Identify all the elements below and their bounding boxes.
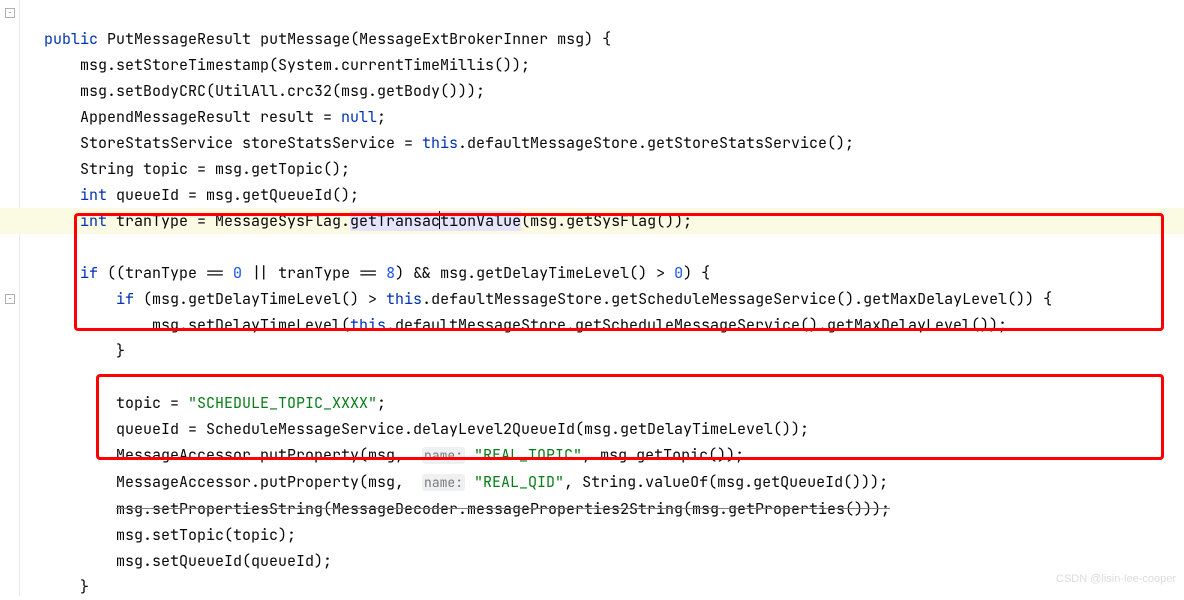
code-line: msg.setTopic(topic);: [44, 525, 296, 545]
code-line: topic = "SCHEDULE_TOPIC_XXXX";: [44, 393, 386, 413]
fold-marker-icon[interactable]: −: [5, 8, 15, 18]
code-line: queueId = ScheduleMessageService.delayLe…: [44, 419, 809, 439]
code-line: MessageAccessor.putProperty(msg, name: "…: [44, 472, 888, 492]
param-hint: name:: [422, 447, 465, 464]
code-line: StoreStatsService storeStatsService = th…: [44, 133, 854, 153]
code-line: }: [44, 341, 125, 361]
gutter: − − −: [0, 0, 20, 596]
code-line: msg.setBodyCRC(UtilAll.crc32(msg.getBody…: [44, 81, 485, 101]
fold-marker-icon[interactable]: −: [5, 294, 15, 304]
code-line: msg.setPropertiesString(MessageDecoder.m…: [44, 499, 890, 519]
code-line: if ((tranType == 0 || tranType == 8) && …: [44, 263, 710, 283]
code-editor[interactable]: public PutMessageResult putMessage(Messa…: [20, 0, 1184, 600]
code-line: msg.setStoreTimestamp(System.currentTime…: [44, 55, 530, 75]
code-line: public PutMessageResult putMessage(Messa…: [44, 29, 611, 49]
code-line: }: [44, 577, 89, 597]
text-selection: getTransac: [350, 211, 440, 231]
code-line: msg.setQueueId(queueId);: [44, 551, 332, 571]
code-line: int queueId = msg.getQueueId();: [44, 185, 359, 205]
code-line: String topic = msg.getTopic();: [44, 159, 350, 179]
code-line: MessageAccessor.putProperty(msg, name: "…: [44, 445, 744, 465]
param-hint: name:: [422, 474, 465, 491]
code-line: [44, 367, 53, 387]
highlighted-line: int tranType = MessageSysFlag.getTransac…: [0, 208, 1184, 234]
code-line: if (msg.getDelayTimeLevel() > this.defau…: [44, 289, 1052, 309]
strikethrough-code: msg.setPropertiesString(MessageDecoder.m…: [116, 499, 890, 519]
code-line: msg.setDelayTimeLevel(this.defaultMessag…: [44, 315, 1007, 335]
watermark: CSDN @lisin-lee-cooper: [1056, 566, 1176, 592]
code-line: AppendMessageResult result = null;: [44, 107, 386, 127]
